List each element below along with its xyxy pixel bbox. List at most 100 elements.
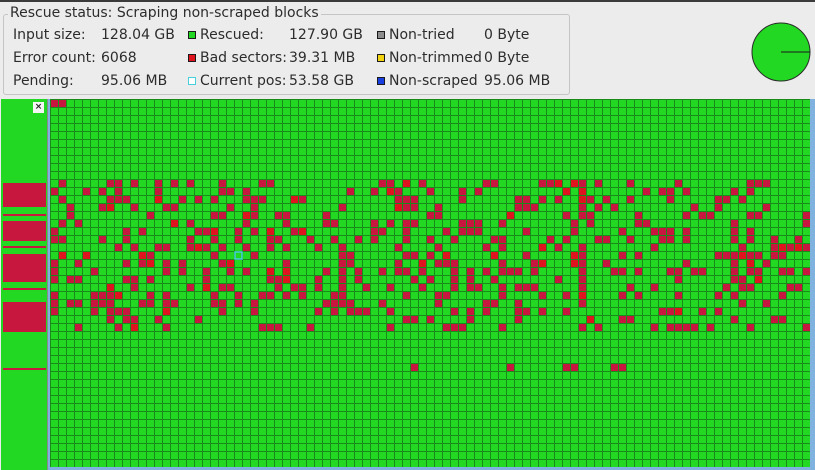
block-rescued	[627, 452, 634, 459]
block-rescued	[427, 100, 434, 107]
block-rescued	[179, 372, 186, 379]
block-rescued	[539, 100, 546, 107]
block-rescued	[51, 284, 58, 291]
block-rescued	[91, 188, 98, 195]
block-rescued	[363, 132, 370, 139]
close-icon[interactable]: ×	[33, 102, 44, 113]
block-rescued	[267, 308, 274, 315]
block-rescued	[731, 140, 738, 147]
block-rescued	[675, 260, 682, 267]
block-bad-sector	[459, 196, 466, 203]
block-rescued	[475, 332, 482, 339]
block-rescued	[171, 196, 178, 203]
block-rescued	[659, 436, 666, 443]
block-rescued	[243, 292, 250, 299]
block-rescued	[291, 276, 298, 283]
block-rescued	[747, 108, 754, 115]
block-rescued	[171, 444, 178, 451]
block-rescued	[747, 332, 754, 339]
block-rescued	[203, 116, 210, 123]
block-rescued	[507, 196, 514, 203]
block-rescued	[179, 452, 186, 459]
block-map[interactable]	[48, 99, 815, 470]
block-rescued	[251, 412, 258, 419]
block-bad-sector	[179, 196, 186, 203]
block-rescued	[147, 140, 154, 147]
block-rescued	[763, 236, 770, 243]
block-rescued	[203, 212, 210, 219]
block-rescued	[531, 292, 538, 299]
block-bad-sector	[499, 284, 506, 291]
block-rescued	[499, 164, 506, 171]
block-rescued	[283, 100, 290, 107]
block-rescued	[443, 236, 450, 243]
block-rescued	[635, 108, 642, 115]
block-rescued	[467, 156, 474, 163]
block-rescued	[75, 412, 82, 419]
block-rescued	[507, 204, 514, 211]
block-rescued	[555, 396, 562, 403]
block-bad-sector	[147, 300, 154, 307]
block-rescued	[411, 124, 418, 131]
block-rescued	[283, 188, 290, 195]
block-rescued	[51, 356, 58, 363]
block-rescued	[371, 428, 378, 435]
block-rescued	[267, 252, 274, 259]
block-rescued	[139, 100, 146, 107]
block-bad-sector	[155, 196, 162, 203]
block-rescued	[347, 268, 354, 275]
block-rescued	[115, 436, 122, 443]
block-rescued	[515, 420, 522, 427]
block-rescued	[99, 428, 106, 435]
block-rescued	[355, 420, 362, 427]
block-rescued	[315, 460, 322, 467]
block-rescued	[499, 428, 506, 435]
block-rescued	[123, 172, 130, 179]
overview-sidebar[interactable]	[1, 99, 48, 470]
block-rescued	[563, 436, 570, 443]
block-rescued	[443, 332, 450, 339]
block-rescued	[475, 172, 482, 179]
block-rescued	[107, 420, 114, 427]
block-rescued	[779, 180, 786, 187]
block-rescued	[59, 332, 66, 339]
block-rescued	[643, 180, 650, 187]
block-rescued	[403, 164, 410, 171]
block-rescued	[83, 404, 90, 411]
block-bad-sector	[195, 316, 202, 323]
block-rescued	[219, 348, 226, 355]
block-rescued	[163, 340, 170, 347]
block-rescued	[667, 348, 674, 355]
block-rescued	[51, 156, 58, 163]
block-rescued	[499, 116, 506, 123]
block-rescued	[211, 188, 218, 195]
block-rescued	[787, 444, 794, 451]
block-rescued	[803, 140, 810, 147]
block-bad-sector	[771, 244, 778, 251]
block-rescued	[243, 388, 250, 395]
block-rescued	[571, 292, 578, 299]
block-rescued	[763, 132, 770, 139]
block-rescued	[515, 428, 522, 435]
block-rescued	[83, 364, 90, 371]
block-rescued	[691, 420, 698, 427]
block-rescued	[787, 100, 794, 107]
block-rescued	[235, 268, 242, 275]
block-bad-sector	[331, 236, 338, 243]
block-rescued	[635, 124, 642, 131]
block-rescued	[235, 340, 242, 347]
block-rescued	[331, 420, 338, 427]
block-rescued	[755, 356, 762, 363]
block-rescued	[363, 196, 370, 203]
block-rescued	[139, 236, 146, 243]
block-rescued	[331, 244, 338, 251]
block-rescued	[283, 380, 290, 387]
block-bad-sector	[51, 228, 58, 235]
block-rescued	[339, 108, 346, 115]
block-bad-sector	[659, 188, 666, 195]
block-rescued	[283, 156, 290, 163]
block-rescued	[75, 348, 82, 355]
block-rescued	[683, 164, 690, 171]
block-bad-sector	[563, 236, 570, 243]
block-rescued	[395, 332, 402, 339]
